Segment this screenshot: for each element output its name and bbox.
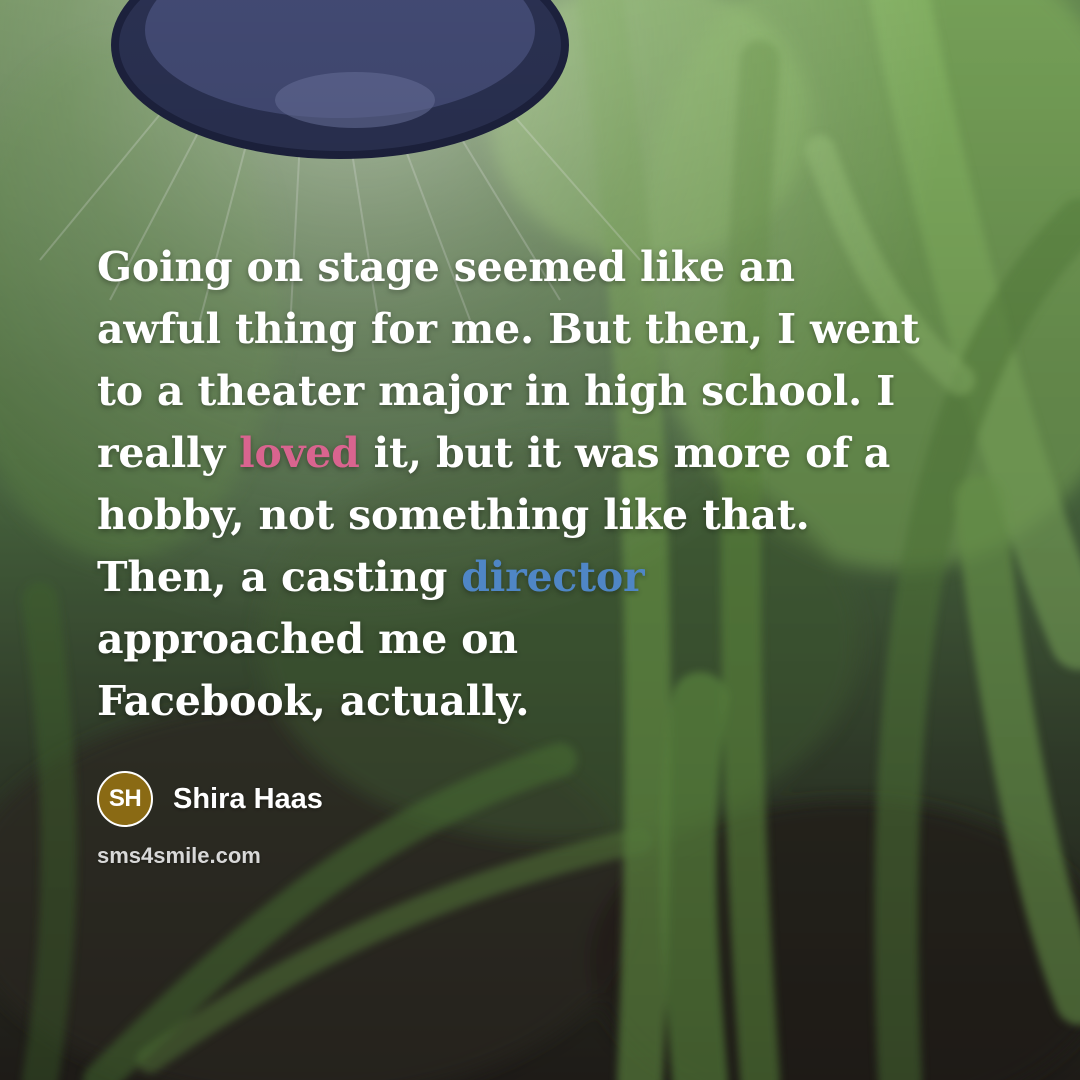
author-name: Shira Haas: [173, 782, 323, 815]
quote-segment: Then, a casting: [97, 553, 462, 601]
quote-segment: hobby, not something like that.: [97, 491, 810, 539]
quote-segment: it, but it was more of a: [359, 429, 891, 477]
quote-text: Going on stage seemed like an awful thing…: [97, 236, 997, 732]
quote-line: hobby, not something like that.: [97, 484, 997, 546]
highlighted-word: director: [461, 553, 645, 601]
quote-card: Going on stage seemed like an awful thing…: [0, 0, 1080, 1080]
quote-line: Facebook, actually.: [97, 670, 997, 732]
quote-segment: really: [97, 429, 240, 477]
quote-segment: Going on stage seemed like an: [97, 243, 795, 291]
quote-line: Going on stage seemed like an: [97, 236, 997, 298]
quote-line: approached me on: [97, 608, 997, 670]
author-avatar: SH: [97, 771, 153, 827]
quote-segment: Facebook, actually.: [97, 677, 530, 725]
quote-line: to a theater major in high school. I: [97, 360, 997, 422]
quote-segment: to a theater major in high school. I: [97, 367, 896, 415]
quote-segment: approached me on: [97, 615, 518, 663]
highlighted-word: loved: [239, 429, 360, 477]
author-row: SH Shira Haas: [97, 769, 323, 829]
site-watermark: sms4smile.com: [97, 843, 261, 868]
quote-line: awful thing for me. But then, I went: [97, 298, 997, 360]
quote-line: Then, a casting director: [97, 546, 997, 608]
quote-line: really loved it, but it was more of a: [97, 422, 997, 484]
quote-segment: awful thing for me. But then, I went: [97, 305, 920, 353]
